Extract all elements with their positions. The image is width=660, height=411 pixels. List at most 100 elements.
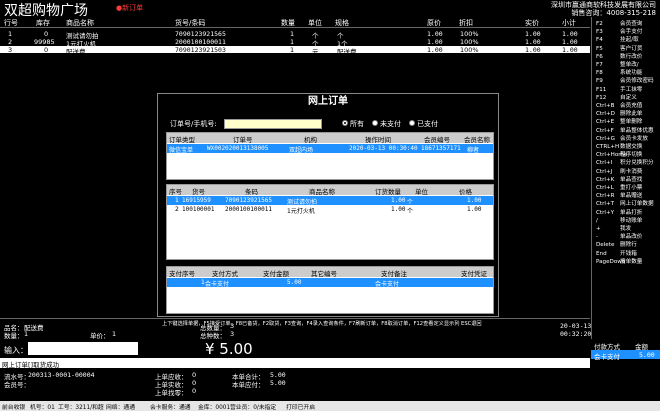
table-row[interactable]: 1 0 测试请勿拍 7090123921565 1 个 个 1.00 100% …	[0, 30, 590, 40]
col-name: 商品名称	[66, 19, 94, 27]
shortcut-item[interactable]: Ctrl+R 单品赠送	[596, 191, 642, 199]
cell: 个	[407, 208, 414, 215]
shortcut-label: 重打小票	[620, 185, 643, 191]
cell: 1	[290, 46, 295, 54]
message-text: 网上订单[]取货成功	[2, 361, 60, 369]
cell: 2	[8, 38, 13, 46]
status-printer: 打印已开启	[286, 405, 315, 411]
qty: 1	[24, 330, 29, 338]
shortcut-item[interactable]: Ctrl+I 积分兑换积分	[596, 158, 654, 166]
radio-unpaid[interactable]	[372, 120, 378, 126]
shortcut-item[interactable]: F6 数行改价	[596, 52, 642, 60]
cell: 1	[290, 38, 295, 46]
shortcut-label: 数据交换	[620, 144, 643, 150]
shortcut-key: Ctrl+J	[596, 168, 613, 175]
payment-panel: 付款方式 金额 会卡支付 5.00	[591, 340, 660, 400]
cell: 100%	[460, 38, 479, 46]
shortcut-item[interactable]: Ctrl+Home程序切换	[596, 150, 642, 158]
cell: 1.00	[467, 206, 482, 213]
shortcut-key: Ctrl+K	[596, 176, 615, 183]
shortcut-label: 挂起/取	[620, 37, 639, 44]
shortcut-item[interactable]: F12 自定义	[596, 93, 637, 101]
cell: 7090123921565	[175, 30, 226, 38]
shortcut-item[interactable]: Ctrl+K 单品查找	[596, 175, 642, 183]
shortcut-label: 系统功能	[620, 70, 643, 77]
shortcut-label: 单品打折	[620, 209, 643, 216]
shortcut-item[interactable]: Ctrl+E 整单删除	[596, 117, 642, 125]
serial: 200313-0001-00004	[28, 371, 95, 379]
order-search-label: 订单号/手机号:	[170, 120, 217, 128]
shortcut-label: 移动账单	[620, 217, 643, 224]
last-paid: 0	[192, 379, 197, 387]
cell: 3	[8, 46, 13, 54]
shortcut-item[interactable]: CTRL+H数据交换	[596, 142, 642, 150]
scan-input[interactable]	[28, 342, 138, 355]
col-other-no: 其它编号	[311, 270, 337, 278]
shortcut-item[interactable]: PageDown搜单数量	[596, 257, 642, 265]
col-pay-method: 支付方式	[212, 270, 238, 278]
cell: 2000100100011	[225, 206, 272, 213]
member-label: 会员号：	[4, 381, 30, 389]
shortcut-item[interactable]: - 单品改价	[596, 232, 642, 240]
shortcut-label: 网上订单数据	[620, 201, 654, 208]
cell: 1.00	[391, 206, 406, 213]
payment-row[interactable]: 1 会卡支付 5.00 会卡支付	[167, 278, 493, 288]
shortcut-item[interactable]: F5 客户订货	[596, 44, 642, 52]
shortcut-item[interactable]: End 开钱箱	[596, 249, 637, 257]
shortcut-item[interactable]: Ctrl+T 网上订单数据	[596, 199, 654, 207]
shortcut-label: 删除行	[620, 242, 637, 249]
shortcut-item[interactable]: F9 会员修改密码	[596, 76, 654, 84]
payments-grid: 支付序号 支付方式 支付金额 其它编号 支付备注 支付凭证 1 会卡支付 5.0…	[166, 266, 494, 314]
table-row[interactable]: 2 99985 1元打火机 2000100100011 1 个 1个 1.00 …	[0, 38, 590, 48]
radio-paid-label: 已支付	[417, 120, 438, 128]
col-orig-price: 原价	[427, 19, 441, 27]
order-search-input[interactable]	[224, 119, 322, 129]
shortcut-item[interactable]: Delete 删除行	[596, 240, 637, 248]
cell: 2	[175, 206, 179, 213]
shortcut-item[interactable]: Ctrl+J 刷卡消费	[596, 167, 642, 175]
col-line-no: 行号	[4, 19, 18, 27]
shortcut-label: 整单改/	[620, 62, 639, 68]
col-price: 价格	[459, 188, 472, 196]
shortcut-item[interactable]: + 我发	[596, 224, 631, 232]
shortcut-item[interactable]: F2 会员查询	[596, 19, 642, 27]
shortcut-item[interactable]: / 移动账单	[596, 216, 642, 224]
shortcut-label: 会员充值	[620, 103, 643, 109]
col-pay-note: 支付备注	[381, 270, 407, 278]
table-row-selected[interactable]: 3 0 配送费 7090123921503 1 元 配送费 1.00 100% …	[0, 46, 590, 56]
cell: 0	[44, 46, 49, 54]
status-vault: 金库：0001	[198, 405, 231, 411]
radio-all-label: 所有	[350, 120, 364, 128]
order-row[interactable]: 微信宝单 WX002020013138005 双超内场 2020-03-13 0…	[167, 144, 493, 154]
items-grid-header: 序号 货号 条码 商品名称 订货数量 单位 价格	[167, 185, 493, 196]
shortcut-item[interactable]: F3 会手支付	[596, 27, 642, 35]
shortcut-label: 单品查找	[620, 176, 643, 183]
radio-paid[interactable]	[409, 120, 415, 126]
shortcut-key: +	[596, 226, 601, 232]
shortcut-item[interactable]: Ctrl+D 删除此单	[596, 109, 642, 117]
shortcut-item[interactable]: Ctrl+L 重打小票	[596, 183, 642, 191]
cell: 100100001	[182, 206, 215, 213]
total-amount: ¥ 5.00	[205, 340, 253, 358]
shortcut-item[interactable]: F4 挂起/取	[596, 35, 639, 43]
payment-row[interactable]: 会卡支付 5.00	[591, 350, 660, 361]
shortcut-key: /	[596, 217, 598, 224]
shortcut-item[interactable]: Ctrl+Y 单品打折	[596, 208, 642, 216]
shortcut-item[interactable]: Ctrl+G 会员卡发放	[596, 134, 648, 142]
item-row[interactable]: 1 16915959 7090123921565 测试请勿拍 1.00 个 1.…	[167, 196, 493, 206]
orders-grid: 订单类型 订单号 机构 操作时间 会员编号 会员名称 微信宝单 WX002020…	[166, 132, 494, 180]
shortcut-item[interactable]: F7 整单改/	[596, 60, 639, 68]
col-spec: 规格	[335, 19, 349, 27]
item-row[interactable]: 2 100100001 2000100100011 1元打火机 1.00 个 1…	[167, 205, 493, 215]
new-order-alert[interactable]: ●新订单	[116, 3, 143, 13]
shortcut-label: 客户订货	[620, 45, 643, 52]
shortcut-item[interactable]: F8 系统功能	[596, 68, 642, 76]
shortcut-item[interactable]: Ctrl+B 会员充值	[596, 101, 642, 109]
shortcut-key: -	[596, 234, 599, 241]
shortcut-key: Ctrl+R	[596, 193, 615, 200]
shortcut-item[interactable]: F11 手工抹零	[596, 85, 642, 93]
time: 00:32:20	[560, 330, 592, 338]
shortcut-item[interactable]: Ctrl+F 单品整体优惠	[596, 126, 654, 134]
radio-all[interactable]	[342, 120, 348, 126]
col-qty: 数量	[281, 19, 295, 27]
